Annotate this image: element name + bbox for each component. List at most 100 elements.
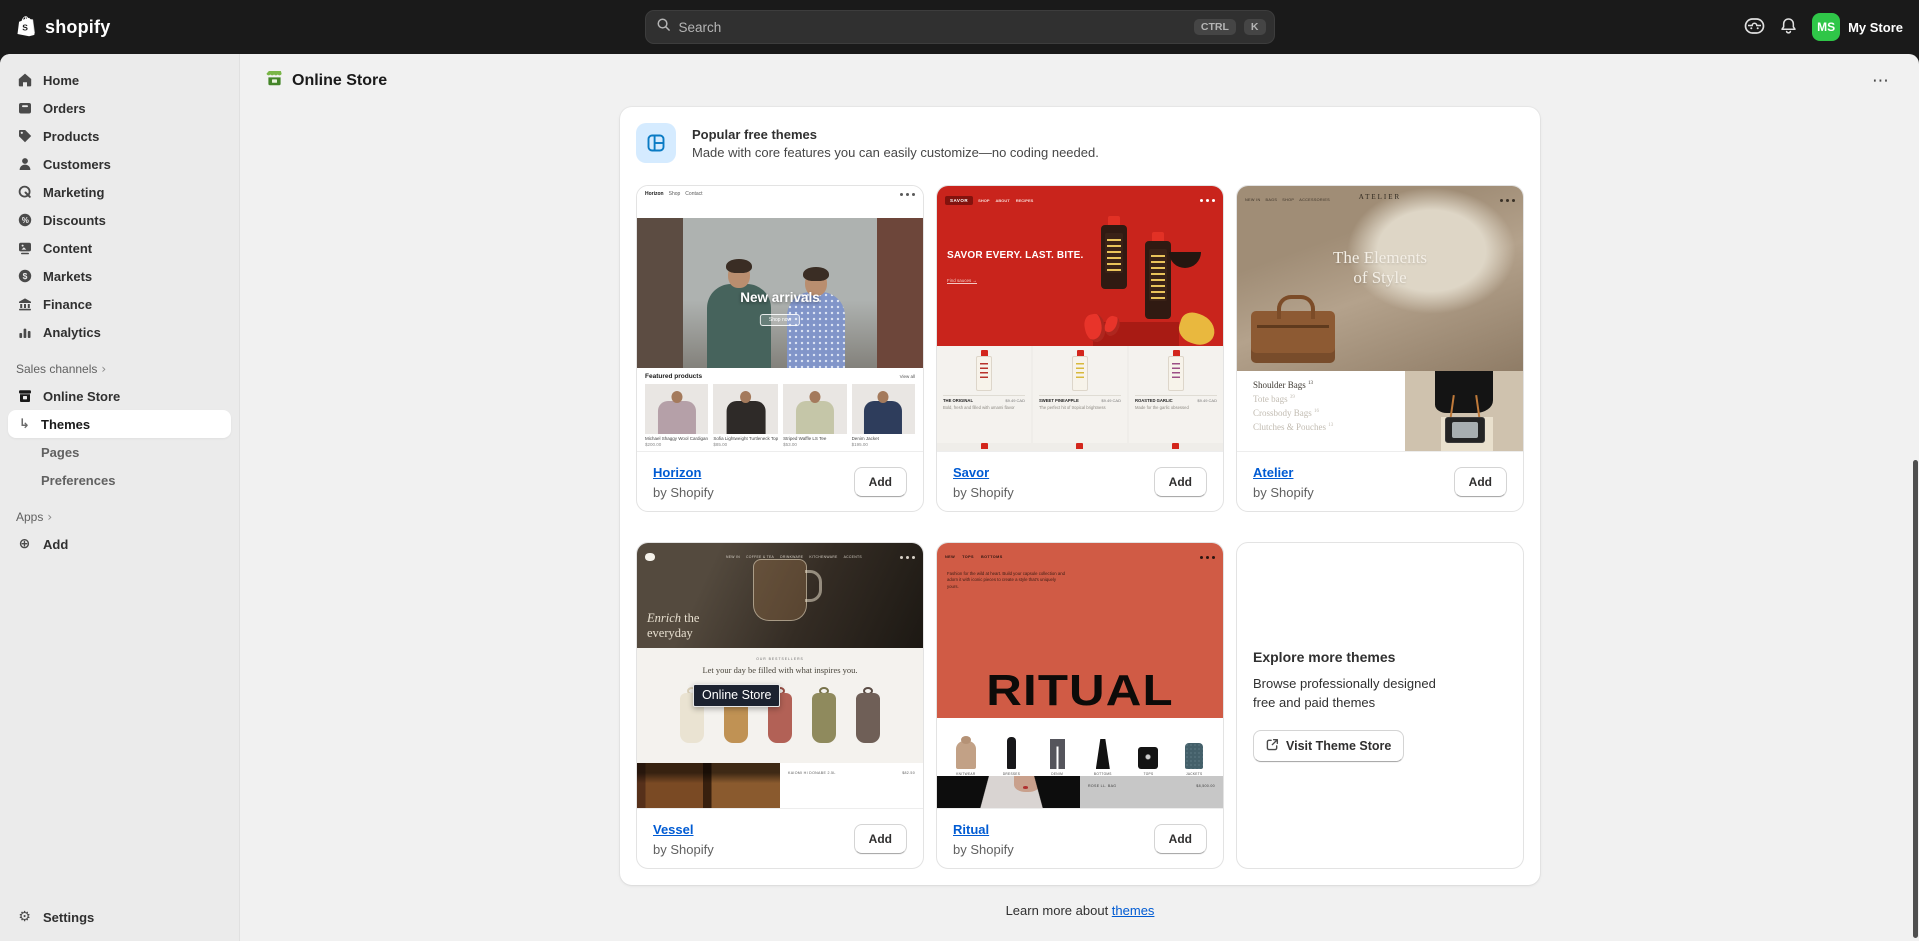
plus-circle-icon: ⊕ [16,536,33,553]
theme-name-link[interactable]: Horizon [653,465,701,480]
page-more-button[interactable]: ⋯ [1866,69,1895,93]
preview-nav-link: BOTTOMS [981,555,1003,559]
sidebar-item-settings[interactable]: ⚙ Settings [8,903,232,931]
sidebar-item-label: Online Store [43,389,120,404]
preview-nav: Horizon Shop Contact [637,186,923,202]
svg-text:%: % [21,216,28,225]
sidebar-item-online-store[interactable]: Online Store [8,382,231,410]
preview-nav-icons [1200,556,1215,559]
sidebar-item-add-app[interactable]: ⊕ Add [8,530,231,558]
globe-dollar-icon: $ [16,268,33,285]
visit-theme-store-button[interactable]: Visit Theme Store [1253,730,1404,762]
figure [658,401,696,434]
theme-card-footer: Horizon by Shopify Add [637,451,923,511]
product-name: ROSE LL. BAG [1088,784,1116,808]
bestsellers-section: OUR BESTSELLERS Let your day be filled w… [637,648,923,763]
search-icon [656,17,671,37]
product-cell: ROASTED GARLIC$9.49 CAD Made for the gar… [1129,346,1223,443]
theme-name-link[interactable]: Savor [953,465,989,480]
add-theme-button[interactable]: Add [854,467,907,497]
category-cell: DENIM [1034,724,1080,776]
category-cell: JACKETS [1171,724,1217,776]
figure [726,401,765,434]
theme-card-horizon: Horizon Shop Contact [636,185,924,512]
featured-products: Featured products View all Michael Shagg… [637,368,923,451]
category-photo [1405,371,1523,451]
sidebar-item-label: Marketing [43,185,104,200]
sidebar-item-analytics[interactable]: Analytics [8,318,231,346]
chevron-right-icon: › [101,362,106,376]
category-count: 13 [1308,381,1313,386]
person-icon [16,156,33,173]
product-desc: Bold, fresh and filled with umami flavor [943,405,1025,410]
hero-title: New arrivals [637,290,923,305]
page-title: Online Store [292,72,387,90]
chevron-right-icon: › [47,510,52,524]
sales-channels-header[interactable]: Sales channels › [8,362,231,376]
theme-name-link[interactable]: Vessel [653,822,694,837]
category-cell: DRESSES [989,724,1035,776]
hero-image: SAVOR SHOP ABOUT RECIPES SAVOR EVERY. LA… [937,186,1223,346]
product-price: $85.00 [713,442,778,447]
elbow-arrow-icon: ↳ [16,417,33,432]
sidebar-item-orders[interactable]: Orders [8,94,231,122]
preview-nav-icons [900,556,915,559]
themes-blue-icon [636,123,676,163]
sauce-bottle [1101,216,1127,289]
add-theme-button[interactable]: Add [1154,467,1207,497]
preview-nav-link: SHOP [1282,198,1294,202]
sidebar-item-markets[interactable]: $ Markets [8,262,231,290]
handbag [1251,311,1335,363]
bestsellers-label: OUR BESTSELLERS [637,657,923,661]
section-title: Popular free themes [692,127,1099,142]
sidebar-item-customers[interactable]: Customers [8,150,231,178]
preview-nav-link: COFFEE & TEA [746,555,774,559]
theme-name-link[interactable]: Ritual [953,822,989,837]
themes-doc-link[interactable]: themes [1112,903,1155,918]
sidebar-item-content[interactable]: Content [8,234,231,262]
add-theme-button[interactable]: Add [854,824,907,854]
preview-nav-icons [1500,199,1515,202]
figure [937,776,1080,808]
add-theme-button[interactable]: Add [1454,467,1507,497]
popular-themes-header: Popular free themes Made with core featu… [636,123,1524,163]
sidebar-item-finance[interactable]: Finance [8,290,231,318]
page-footer: Learn more about themes [241,903,1919,918]
add-theme-button[interactable]: Add [1154,824,1207,854]
account-menu[interactable]: MS My Store [1812,13,1903,41]
sidekick-button[interactable] [1744,16,1765,39]
preview-nav: NEW IN COFFEE & TEA DRINKWARE KITCHENWAR… [637,549,923,565]
vertical-scrollbar[interactable] [1913,460,1918,938]
cursor-tooltip: Online Store [693,684,780,707]
hero-title-line2: everyday [647,626,699,640]
product-image [1072,350,1088,391]
theme-preview-vessel: NEW IN COFFEE & TEA DRINKWARE KITCHENWAR… [637,543,923,808]
sidebar-item-preferences[interactable]: Preferences [8,466,231,494]
search-input[interactable]: Search CTRL K [645,10,1275,44]
explore-more-card: Explore more themes Browse professionall… [1236,542,1524,869]
product-image [645,384,708,434]
bottle-body [1101,225,1127,289]
preview-nav-link: ACCENTS [844,555,862,559]
sidebar-item-home[interactable]: Home [8,66,231,94]
hero-image: NEW IN COFFEE & TEA DRINKWARE KITCHENWAR… [637,543,923,648]
discount-icon: % [16,212,33,229]
preview-nav-link: TOPS [962,555,974,559]
sidebar-item-discounts[interactable]: % Discounts [8,206,231,234]
preview-nav-link: NEW [945,555,955,559]
sidebar-item-products[interactable]: Products [8,122,231,150]
product-cell: Denim Jacket $195.00 [852,384,915,447]
apps-header[interactable]: Apps › [8,510,231,524]
hero-title-line2: of Style [1237,268,1523,288]
sidebar-item-label: Markets [43,269,92,284]
product-cell: Sofia Lightweight Turtleneck Top $85.00 [713,384,778,447]
sidebar-item-themes[interactable]: ↳ Themes [8,410,231,438]
sidebar-item-pages[interactable]: Pages [8,438,231,466]
preview-nav-link: NEW IN [726,555,740,559]
sidebar-item-marketing[interactable]: Marketing [8,178,231,206]
bell-icon [1779,16,1798,39]
preview-nav-link: RECIPES [1016,198,1034,203]
topbar: S shopify Search CTRL K MS My Store [0,0,1919,54]
theme-name-link[interactable]: Atelier [1253,465,1293,480]
notifications-button[interactable] [1779,16,1798,39]
